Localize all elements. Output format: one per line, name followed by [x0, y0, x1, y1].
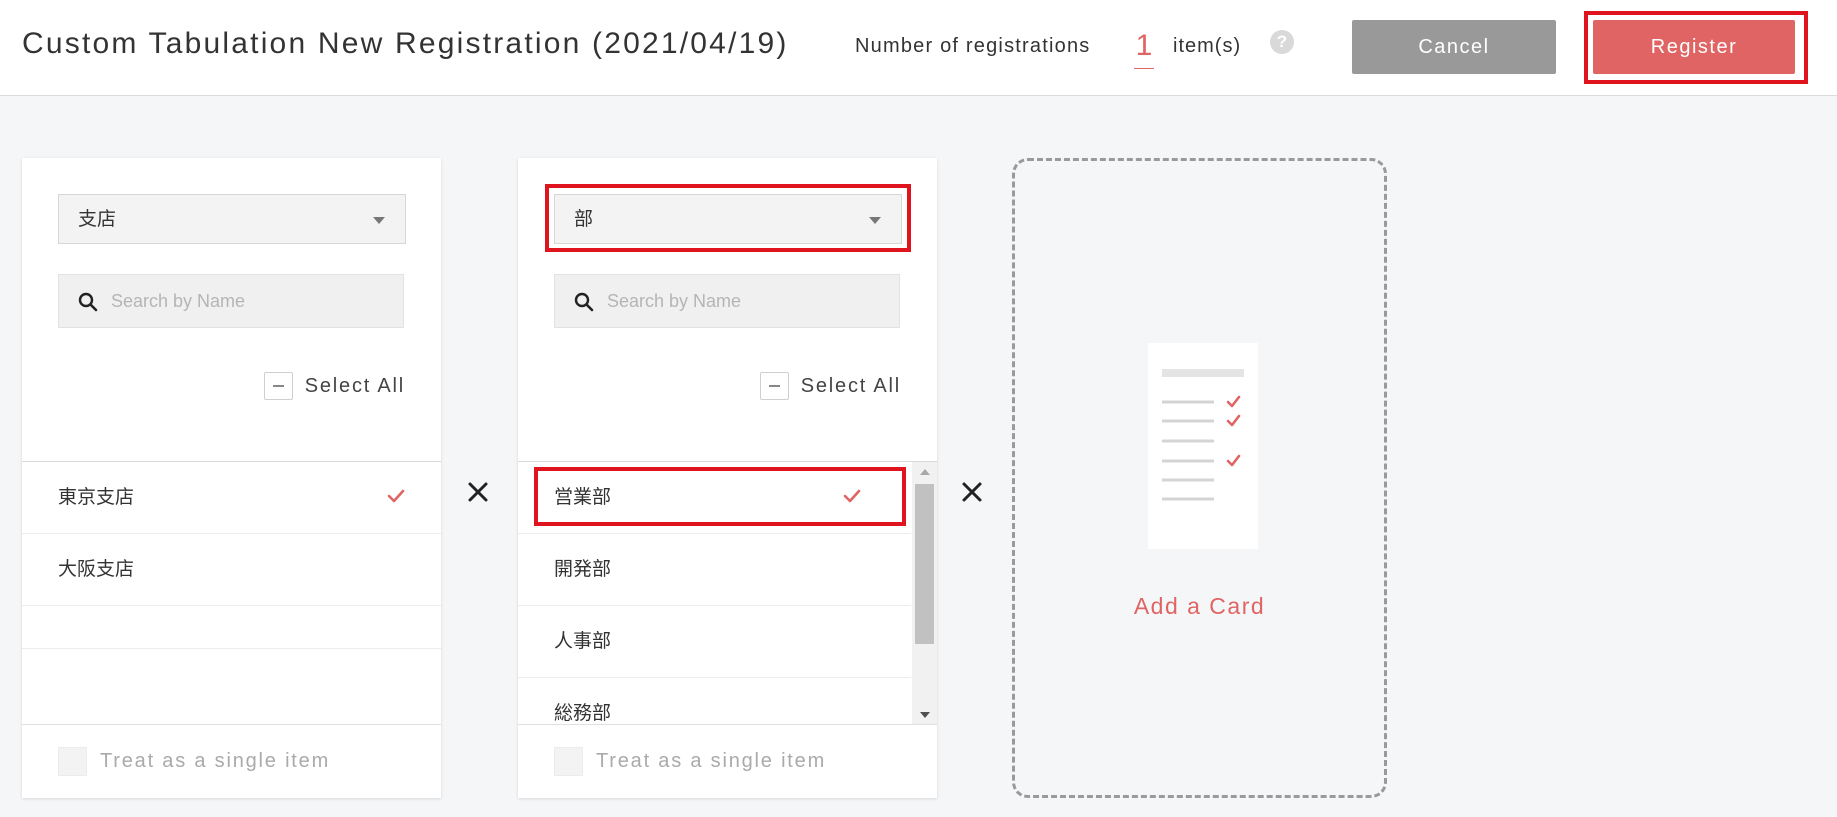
- register-highlight-box: [1584, 11, 1808, 84]
- empty-list-row: [22, 606, 441, 649]
- scrollbar-thumb[interactable]: [915, 484, 934, 644]
- list-item-label: 大阪支店: [58, 558, 135, 580]
- minus-square-icon[interactable]: [759, 372, 789, 400]
- magnifier-icon: [574, 292, 594, 312]
- registrations-unit: item(s): [1173, 35, 1242, 57]
- cancel-button[interactable]: Cancel: [1352, 20, 1556, 74]
- single-item-option: Treat as a single item: [22, 724, 441, 798]
- page-title: Custom Tabulation New Registration (2021…: [22, 27, 789, 60]
- add-card-button[interactable]: Add a Card: [1012, 158, 1387, 798]
- search-input[interactable]: [111, 275, 391, 327]
- list-scrollbar[interactable]: [912, 462, 937, 724]
- list-item-label: 東京支店: [58, 486, 135, 508]
- magnifier-icon: [78, 292, 98, 312]
- registrations-label: Number of registrations: [855, 35, 1091, 57]
- dropdown-highlight-box: [545, 184, 911, 252]
- list-item-label: 総務部: [554, 702, 612, 724]
- category-dropdown[interactable]: 支店: [58, 194, 406, 244]
- list-item[interactable]: 東京支店: [22, 462, 441, 534]
- list-item[interactable]: 人事部: [518, 606, 911, 678]
- list-item[interactable]: 開発部: [518, 534, 911, 606]
- item-list: 東京支店 大阪支店: [22, 461, 441, 724]
- list-item[interactable]: 総務部: [518, 678, 911, 724]
- select-all-label: Select All: [800, 374, 901, 397]
- header-bar: Custom Tabulation New Registration (2021…: [0, 0, 1837, 96]
- times-icon: [962, 482, 982, 502]
- selected-row-highlight-box: [534, 467, 906, 526]
- registrations-count: 1: [1134, 24, 1154, 69]
- single-item-option: Treat as a single item: [518, 724, 937, 798]
- times-icon: [468, 482, 488, 502]
- list-item[interactable]: 大阪支店: [22, 534, 441, 606]
- minus-square-icon[interactable]: [263, 372, 293, 400]
- scroll-up-arrow-icon[interactable]: [920, 469, 930, 475]
- tabulation-card-1: 支店 Select All 東京支店 大阪支店 Treat as a singl…: [22, 158, 441, 798]
- select-all-toggle[interactable]: Select All: [263, 372, 405, 400]
- single-item-checkbox[interactable]: [554, 747, 583, 776]
- select-all-toggle[interactable]: Select All: [759, 372, 901, 400]
- scroll-down-arrow-icon[interactable]: [920, 712, 930, 718]
- search-box: [58, 274, 404, 328]
- question-circle-icon[interactable]: ?: [1270, 30, 1294, 54]
- select-all-label: Select All: [304, 374, 405, 397]
- single-item-checkbox[interactable]: [58, 747, 87, 776]
- add-card-label: Add a Card: [1133, 593, 1266, 619]
- search-box: [554, 274, 900, 328]
- caret-down-icon: [373, 217, 385, 224]
- search-input[interactable]: [607, 275, 887, 327]
- check-icon: [387, 489, 405, 503]
- checklist-document-icon: [1148, 343, 1258, 549]
- list-item-label: 人事部: [554, 630, 612, 652]
- dropdown-value: 支店: [78, 208, 117, 230]
- single-item-label: Treat as a single item: [100, 750, 331, 772]
- list-item-label: 開発部: [554, 558, 612, 580]
- single-item-label: Treat as a single item: [596, 750, 827, 772]
